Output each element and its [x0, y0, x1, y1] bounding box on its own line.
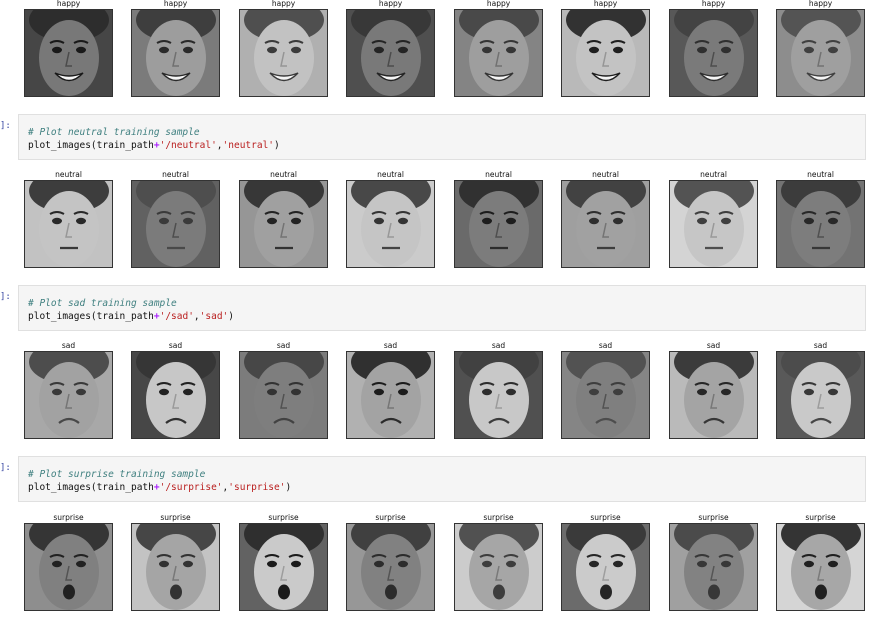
face-image: [131, 9, 220, 97]
var-name: train_path: [96, 311, 154, 322]
face-label: happy: [486, 0, 511, 8]
face-image: [131, 180, 220, 268]
face-image: [131, 523, 220, 611]
face-label: happy: [593, 0, 618, 8]
face-image: [24, 180, 113, 268]
face-image: [561, 9, 650, 97]
face-label: surprise: [375, 513, 406, 522]
face-label: surprise: [160, 513, 191, 522]
code-cell-surprise[interactable]: # Plot surprise training sample plot_ima…: [18, 456, 866, 502]
func-name: plot_images: [28, 482, 91, 493]
code-call-line: plot_images(train_path+'/sad','sad'): [28, 311, 234, 322]
cell-prompt: ]:: [0, 463, 11, 473]
var-name: train_path: [96, 482, 154, 493]
face-image: [346, 9, 435, 97]
image-grid-happy: happy happy happy happy happy happy happ…: [0, 0, 890, 99]
face-image: [454, 523, 543, 611]
face-label: neutral: [700, 170, 727, 179]
face-label: happy: [378, 0, 403, 8]
face-image: [669, 351, 758, 439]
face-label: sad: [61, 341, 76, 350]
face-image: [239, 523, 328, 611]
face-image: [24, 9, 113, 97]
face-label: sad: [168, 341, 183, 350]
face-label: sad: [276, 341, 291, 350]
face-label: sad: [813, 341, 828, 350]
face-image: [776, 180, 865, 268]
face-image: [561, 523, 650, 611]
label-string: 'surprise': [228, 482, 286, 493]
path-string: '/sad': [159, 311, 194, 322]
face-label: surprise: [483, 513, 514, 522]
label-string: 'neutral': [222, 140, 275, 151]
face-label: sad: [491, 341, 506, 350]
face-image: [776, 523, 865, 611]
face-image: [776, 9, 865, 97]
face-image: [239, 351, 328, 439]
face-image: [561, 180, 650, 268]
image-grid-surprise: surprise surprise surprise surprise surp…: [0, 513, 890, 613]
code-comment: # Plot surprise training sample: [28, 469, 206, 480]
face-label: neutral: [270, 170, 297, 179]
face-label: neutral: [55, 170, 82, 179]
image-grid-neutral: neutral neutral neutral neutral neutral …: [0, 170, 890, 270]
face-image: [346, 351, 435, 439]
code-comment: # Plot neutral training sample: [28, 127, 200, 138]
face-label: surprise: [268, 513, 299, 522]
face-label: sad: [383, 341, 398, 350]
path-string: '/neutral': [159, 140, 217, 151]
face-label: neutral: [377, 170, 404, 179]
path-string: '/surprise': [159, 482, 223, 493]
face-label: happy: [56, 0, 81, 8]
cell-prompt: ]:: [0, 292, 11, 302]
code-comment: # Plot sad training sample: [28, 298, 177, 309]
face-label: sad: [706, 341, 721, 350]
code-comment-line: # Plot surprise training sample: [28, 468, 865, 481]
face-label: surprise: [53, 513, 84, 522]
face-label: neutral: [807, 170, 834, 179]
face-image: [454, 9, 543, 97]
face-label: surprise: [805, 513, 836, 522]
face-image: [346, 180, 435, 268]
face-label: surprise: [698, 513, 729, 522]
face-image: [669, 9, 758, 97]
face-image: [561, 351, 650, 439]
face-image: [131, 351, 220, 439]
var-name: train_path: [96, 140, 154, 151]
face-image: [454, 180, 543, 268]
face-label: sad: [598, 341, 613, 350]
code-cell-sad[interactable]: # Plot sad training sample plot_images(t…: [18, 285, 866, 331]
face-label: happy: [271, 0, 296, 8]
face-label: neutral: [162, 170, 189, 179]
func-name: plot_images: [28, 311, 91, 322]
face-label: happy: [808, 0, 833, 8]
face-image: [239, 180, 328, 268]
cell-prompt: ]:: [0, 121, 11, 131]
face-label: happy: [701, 0, 726, 8]
code-comment-line: # Plot sad training sample: [28, 297, 865, 310]
face-label: happy: [163, 0, 188, 8]
image-grid-sad: sad sad sad sad sad sad sad sad: [0, 341, 890, 441]
face-image: [346, 523, 435, 611]
face-image: [776, 351, 865, 439]
code-cell-neutral[interactable]: # Plot neutral training sample plot_imag…: [18, 114, 866, 160]
label-string: 'sad': [199, 311, 229, 322]
code-call-line: plot_images(train_path+'/neutral','neutr…: [28, 140, 280, 151]
face-image: [239, 9, 328, 97]
code-call-line: plot_images(train_path+'/surprise','surp…: [28, 482, 292, 493]
face-image: [24, 523, 113, 611]
face-label: surprise: [590, 513, 621, 522]
func-name: plot_images: [28, 140, 91, 151]
notebook-page: happy happy happy happy happy happy happ…: [0, 0, 890, 630]
face-image: [669, 180, 758, 268]
face-image: [669, 523, 758, 611]
face-image: [24, 351, 113, 439]
code-comment-line: # Plot neutral training sample: [28, 126, 865, 139]
face-label: neutral: [592, 170, 619, 179]
face-label: neutral: [485, 170, 512, 179]
face-image: [454, 351, 543, 439]
